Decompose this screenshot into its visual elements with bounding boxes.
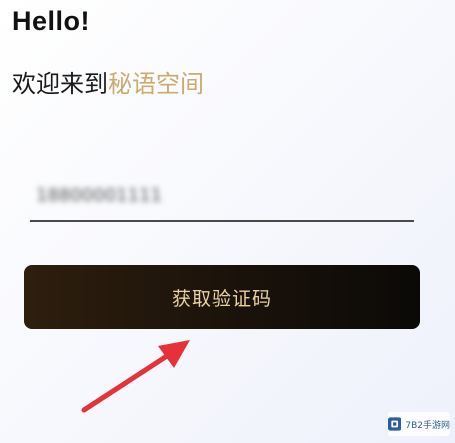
- phone-input[interactable]: [30, 172, 414, 218]
- site-logo-icon: [388, 417, 402, 431]
- watermark-text: 7B2手游网: [405, 420, 450, 431]
- phone-field: [30, 172, 414, 222]
- red-arrow-icon: [81, 340, 190, 413]
- welcome-text: 欢迎来到秘语空间: [12, 64, 204, 99]
- welcome-prefix: 欢迎来到: [12, 70, 108, 98]
- app-name: 秘语空间: [108, 70, 204, 98]
- greeting-title: Hello!: [12, 6, 91, 36]
- get-code-button[interactable]: 获取验证码: [24, 265, 420, 329]
- watermark: 7B2手游网: [388, 412, 450, 436]
- login-screen: Hello! 欢迎来到秘语空间 获取验证码 7B2手游网: [0, 0, 455, 443]
